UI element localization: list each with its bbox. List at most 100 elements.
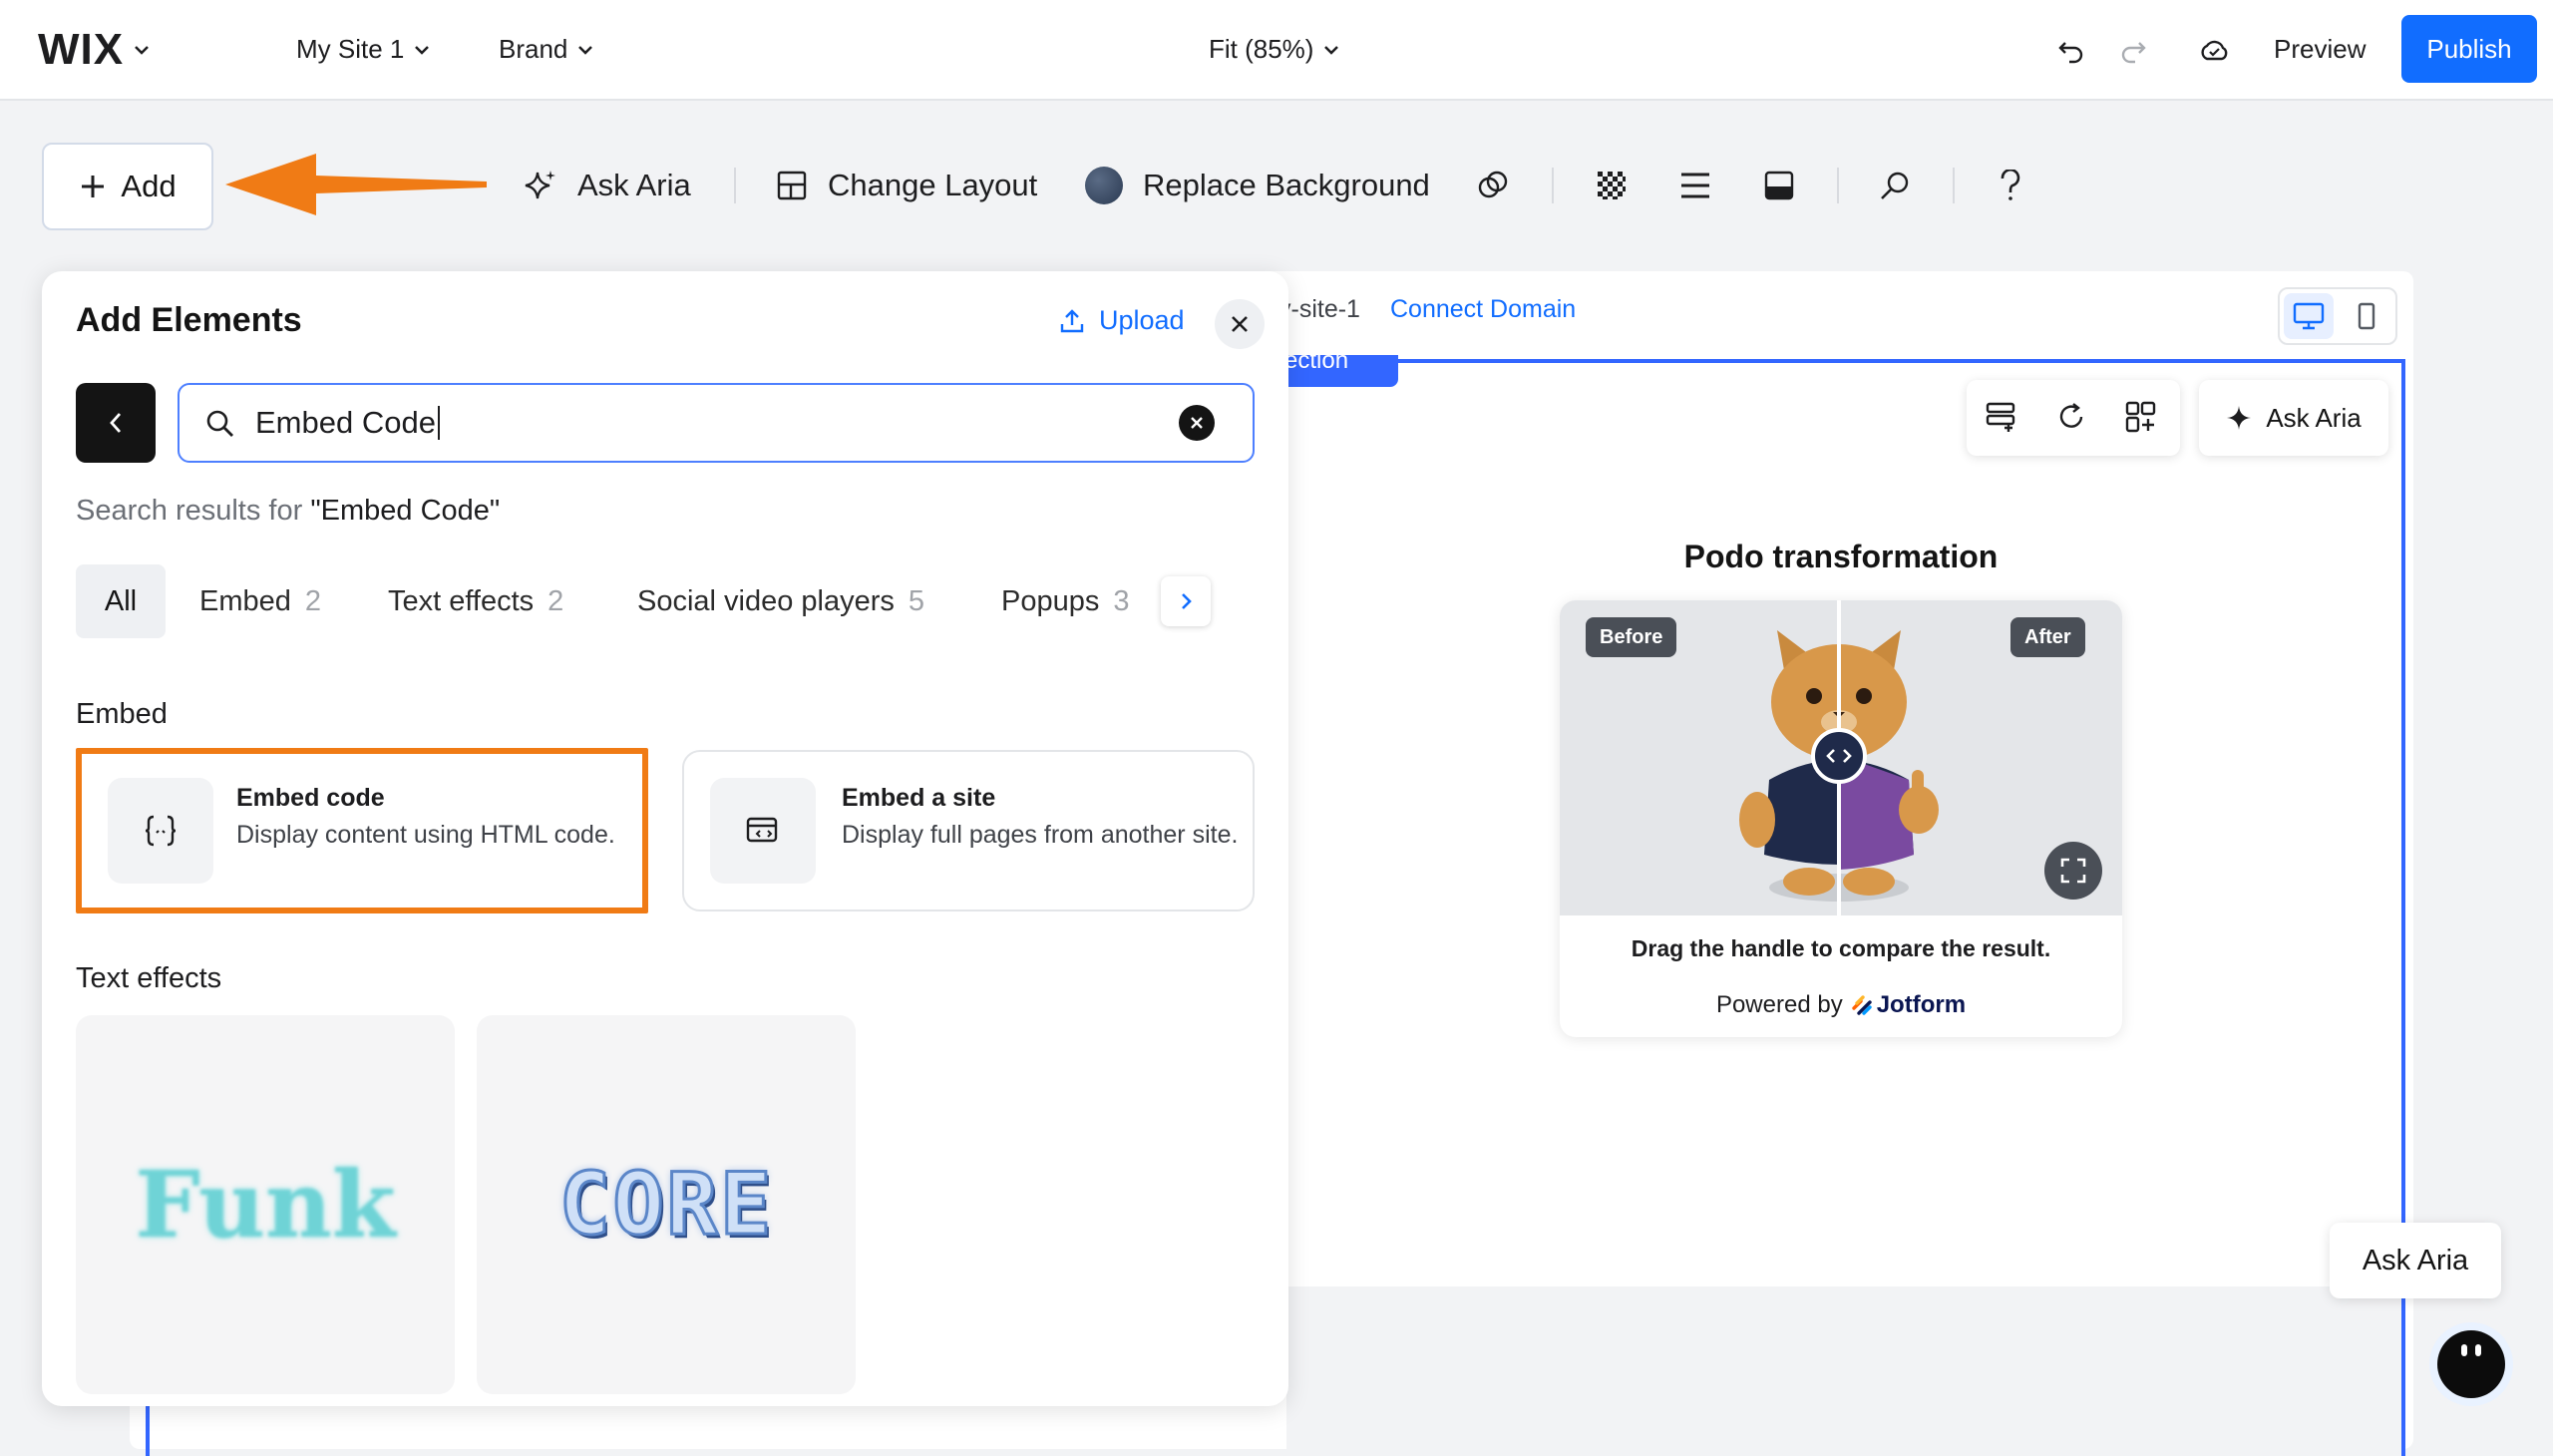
lines-icon xyxy=(1681,173,1709,198)
back-button[interactable] xyxy=(76,383,156,463)
redo-button[interactable] xyxy=(2118,0,2148,99)
floating-ask-aria[interactable]: Ask Aria xyxy=(2330,1223,2501,1298)
close-panel-button[interactable] xyxy=(1215,299,1265,349)
cloud-save-button[interactable] xyxy=(2198,0,2230,99)
publish-button[interactable]: Publish xyxy=(2401,15,2537,83)
search-value: Embed Code xyxy=(255,405,436,440)
desktop-view-button[interactable] xyxy=(2284,293,2334,339)
change-layout-label: Change Layout xyxy=(828,168,1038,202)
card-description: Display content using HTML code. xyxy=(236,821,615,849)
zoom-dropdown[interactable]: Fit (85%) xyxy=(1209,0,1339,99)
add-section-button[interactable] xyxy=(1985,400,2018,434)
magnifier-icon xyxy=(1881,172,1909,199)
panel-title: Add Elements xyxy=(76,301,302,339)
before-after-widget[interactable]: Before After Drag the handle to compare … xyxy=(1560,600,2122,1037)
site-menu[interactable]: My Site 1 xyxy=(296,0,430,99)
card-title: Embed a site xyxy=(842,784,996,812)
sparkle-icon xyxy=(525,171,555,199)
chevron-right-icon xyxy=(1182,593,1192,609)
chevron-down-icon xyxy=(135,45,149,55)
refresh-sparkle-icon xyxy=(2059,403,2083,428)
filter-chip-all[interactable]: All xyxy=(76,564,166,638)
effects-tool[interactable] xyxy=(1476,150,1510,221)
question-mark-icon xyxy=(2001,170,2020,200)
section-fill-icon xyxy=(1764,171,1794,200)
chip-label: All xyxy=(104,584,138,617)
widget-caption: Drag the handle to compare the result. xyxy=(1631,935,2051,961)
redo-icon xyxy=(2121,41,2146,63)
chip-count: 5 xyxy=(908,584,925,617)
after-badge: After xyxy=(2010,617,2085,657)
change-layout-tool[interactable]: Change Layout xyxy=(776,150,1037,221)
chevron-left-icon xyxy=(110,413,122,433)
upload-button[interactable]: Upload xyxy=(1059,305,1185,336)
connect-domain-link[interactable]: Connect Domain xyxy=(1390,295,1576,324)
search-input[interactable]: Embed Code xyxy=(255,405,440,441)
ask-aria-tool[interactable]: Ask Aria xyxy=(524,150,691,221)
chevron-down-icon xyxy=(415,45,430,55)
filter-chip-embed[interactable]: Embed 2 xyxy=(199,564,321,638)
chip-label: Social video players xyxy=(637,584,895,617)
canvas-ask-aria-label: Ask Aria xyxy=(2266,402,2362,433)
background-swatch-icon xyxy=(1085,167,1123,204)
results-query: "Embed Code" xyxy=(310,495,501,527)
text-effect-preview: Funk xyxy=(135,1151,396,1259)
replace-background-tool[interactable]: Replace Background xyxy=(1085,150,1430,221)
embed-code-card[interactable]: Embed code Display content using HTML co… xyxy=(76,748,648,913)
stack-tool[interactable] xyxy=(1679,150,1711,221)
widget-title: Podo transformation xyxy=(1683,539,1999,574)
text-effect-tile-funk[interactable]: Funk xyxy=(76,1015,455,1394)
chevron-right-wrap xyxy=(1161,576,1211,626)
pattern-tool[interactable] xyxy=(1596,150,1628,221)
toolbar-divider xyxy=(1552,168,1554,203)
plus-icon xyxy=(82,176,105,197)
device-switcher xyxy=(2278,287,2397,345)
help-tool[interactable] xyxy=(1999,150,2022,221)
search-results-label: Search results for "Embed Code" xyxy=(76,495,500,528)
filter-chip-text-effects[interactable]: Text effects 2 xyxy=(388,564,563,638)
section-bg-tool[interactable] xyxy=(1763,150,1795,221)
mobile-view-button[interactable] xyxy=(2342,293,2391,339)
undo-button[interactable] xyxy=(2056,0,2086,99)
site-url-fragment: y-site-1 xyxy=(1278,295,1360,323)
mobile-icon xyxy=(2358,302,2375,330)
search-icon xyxy=(206,410,233,437)
ask-aria-label: Ask Aria xyxy=(577,168,691,202)
wix-logo-menu[interactable]: WIX xyxy=(38,0,150,99)
sparkle-icon xyxy=(2227,406,2252,430)
canvas-ask-aria-button[interactable]: Ask Aria xyxy=(2199,380,2388,456)
layout-variants-button[interactable] xyxy=(2124,400,2158,434)
aria-avatar-button[interactable] xyxy=(2429,1322,2513,1406)
clear-search-button[interactable] xyxy=(1179,405,1215,441)
embed-site-card[interactable]: Embed a site Display full pages from ano… xyxy=(682,750,1255,911)
browser-window-code-icon xyxy=(746,817,778,843)
undo-icon xyxy=(2058,41,2083,63)
section-tab-label: ection xyxy=(1284,355,1349,374)
fullscreen-button[interactable] xyxy=(2044,842,2102,900)
brand-menu[interactable]: Brand xyxy=(499,0,593,99)
embed-section-heading: Embed xyxy=(76,698,168,730)
results-prefix: Search results for xyxy=(76,495,311,527)
section-tab[interactable]: ection xyxy=(1278,355,1398,387)
chip-label: Embed xyxy=(199,584,291,617)
search-tool[interactable] xyxy=(1879,150,1911,221)
toolbar-divider xyxy=(1837,168,1839,203)
powered-by-label: Powered by xyxy=(1715,991,1843,1018)
grid-add-icon xyxy=(2125,401,2156,433)
embed-site-icon-box xyxy=(710,778,816,884)
add-button[interactable]: Add xyxy=(42,143,213,230)
chip-count: 2 xyxy=(304,584,322,617)
chips-scroll-right-button[interactable] xyxy=(1151,564,1221,638)
comparison-handle[interactable] xyxy=(1811,728,1867,784)
before-badge: Before xyxy=(1586,617,1677,657)
text-cursor xyxy=(437,406,440,440)
preview-button[interactable]: Preview xyxy=(2274,0,2366,99)
chevron-down-icon xyxy=(578,45,593,55)
text-effect-tile-core[interactable]: CORE xyxy=(477,1015,856,1394)
search-field[interactable]: Embed Code xyxy=(178,383,1255,463)
fullscreen-icon xyxy=(2060,858,2086,884)
chip-count: 2 xyxy=(547,584,564,617)
filter-chip-social-video[interactable]: Social video players 5 xyxy=(637,564,924,638)
regenerate-button[interactable] xyxy=(2054,400,2088,434)
replace-background-label: Replace Background xyxy=(1143,168,1430,202)
